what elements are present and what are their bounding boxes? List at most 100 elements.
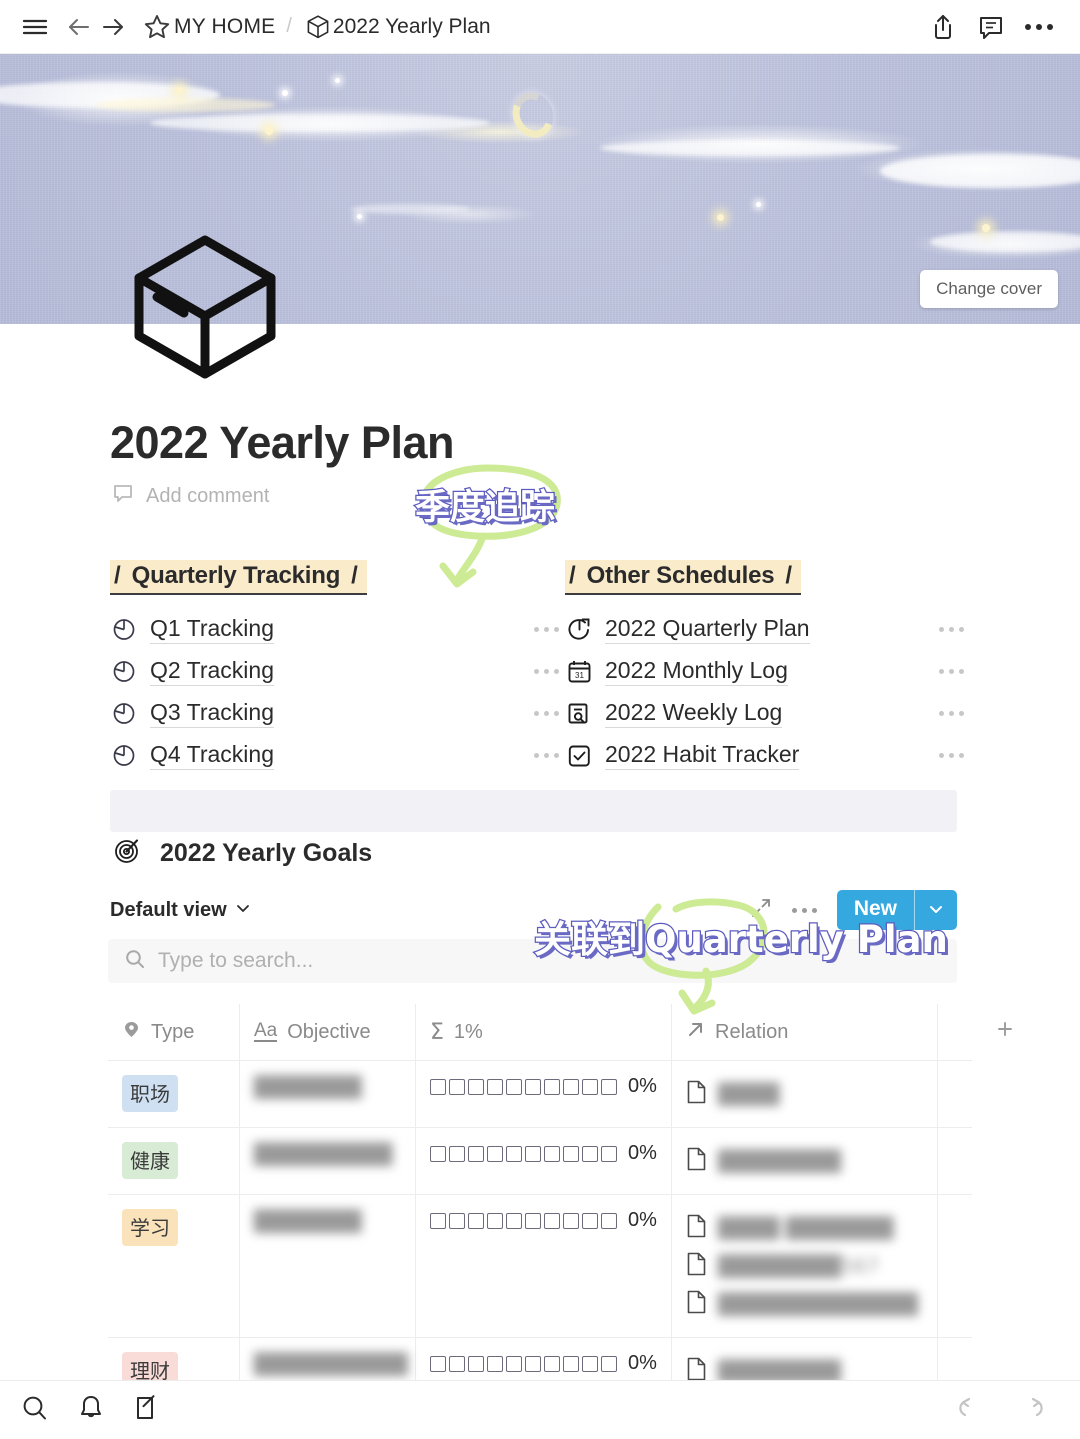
- more-horizontal-icon[interactable]: [939, 752, 970, 758]
- page-link-q1-tracking[interactable]: Q1 Tracking: [110, 608, 565, 650]
- page-title[interactable]: 2022 Yearly Plan: [110, 417, 454, 469]
- type-tag: 健康: [122, 1142, 178, 1179]
- comment-icon[interactable]: [974, 10, 1008, 44]
- page-link-2022-quarterly-plan[interactable]: 2022 Quarterly Plan: [565, 608, 970, 650]
- cell-empty: [938, 1061, 1072, 1127]
- star-icon[interactable]: [140, 10, 174, 44]
- star-sparkle: [176, 87, 183, 94]
- page-link-2022-monthly-log[interactable]: 31 2022 Monthly Log: [565, 650, 970, 692]
- link-label: Q4 Tracking: [150, 741, 274, 770]
- chevron-down-icon[interactable]: [235, 900, 251, 921]
- page-link-2022-weekly-log[interactable]: 2022 Weekly Log: [565, 692, 970, 734]
- page-link-q2-tracking[interactable]: Q2 Tracking: [110, 650, 565, 692]
- change-cover-button[interactable]: Change cover: [920, 270, 1058, 308]
- page-link-q4-tracking[interactable]: Q4 Tracking: [110, 734, 565, 776]
- database-view-toolbar: Default view New: [110, 890, 957, 930]
- column-header-objective[interactable]: Aa Objective: [240, 1004, 416, 1060]
- cell-progress[interactable]: 0%: [416, 1195, 672, 1337]
- cell-type[interactable]: 学习: [108, 1195, 240, 1337]
- sigma-icon: Σ: [430, 1019, 444, 1045]
- cell-type[interactable]: 健康: [108, 1128, 240, 1194]
- more-horizontal-icon[interactable]: [1022, 10, 1056, 44]
- cell-relation[interactable]: ████ ███████ ████████567 █████████████: [672, 1195, 938, 1337]
- star-sparkle: [717, 214, 724, 221]
- page-link-q3-tracking[interactable]: Q3 Tracking: [110, 692, 565, 734]
- cell-progress[interactable]: 0%: [416, 1061, 672, 1127]
- comment-icon: [112, 482, 134, 510]
- cell-type[interactable]: 职场: [108, 1061, 240, 1127]
- edit-note-icon[interactable]: [132, 1393, 162, 1428]
- progress-bar: 0%: [430, 1352, 657, 1375]
- arrow-right-icon[interactable]: [96, 10, 130, 44]
- more-horizontal-icon[interactable]: [939, 710, 970, 716]
- more-horizontal-icon[interactable]: [534, 752, 565, 758]
- relation-item[interactable]: ████: [686, 1075, 780, 1113]
- redo-icon[interactable]: [1016, 1392, 1048, 1429]
- bell-icon[interactable]: [76, 1393, 106, 1428]
- pie-chart-icon: [110, 741, 138, 769]
- database-search-input[interactable]: Type to search...: [108, 939, 957, 983]
- more-horizontal-icon[interactable]: [939, 626, 970, 632]
- heading-slash-left: /: [569, 562, 576, 589]
- relation-label: ████████567: [718, 1254, 880, 1278]
- cell-objective[interactable]: ███████: [240, 1061, 416, 1127]
- table-row[interactable]: 职场 ███████ 0% ████: [108, 1061, 972, 1128]
- column-header-type[interactable]: Type: [108, 1004, 240, 1060]
- add-comment-row[interactable]: Add comment: [112, 482, 269, 510]
- breadcrumb-current-page[interactable]: 2022 Yearly Plan: [333, 15, 491, 39]
- table-row[interactable]: 学习 ███████ 0% ████ ███████ ████████567 █…: [108, 1195, 972, 1338]
- expand-icon[interactable]: [750, 897, 772, 924]
- view-selector-label[interactable]: Default view: [110, 899, 227, 922]
- share-icon[interactable]: [926, 10, 960, 44]
- progress-percent: 0%: [628, 1142, 657, 1164]
- link-label: Q2 Tracking: [150, 657, 274, 686]
- cell-empty: [938, 1195, 1072, 1337]
- more-horizontal-icon[interactable]: [534, 668, 565, 674]
- link-label: Q3 Tracking: [150, 699, 274, 728]
- top-navigation-bar: MY HOME / 2022 Yearly Plan: [0, 0, 1080, 54]
- more-horizontal-icon[interactable]: [534, 710, 565, 716]
- column-label: Type: [151, 1020, 195, 1043]
- cell-relation[interactable]: ████: [672, 1061, 938, 1127]
- box-icon[interactable]: [128, 228, 283, 383]
- more-horizontal-icon[interactable]: [534, 626, 565, 632]
- cell-objective[interactable]: ███████: [240, 1195, 416, 1337]
- more-horizontal-icon[interactable]: [939, 668, 970, 674]
- new-record-button[interactable]: New: [836, 890, 957, 930]
- more-horizontal-icon[interactable]: [791, 907, 817, 913]
- hamburger-icon[interactable]: [18, 10, 52, 44]
- database-table: Type Aa Objective Σ 1% Relation 职场 █████…: [108, 1004, 1012, 1439]
- chevron-down-icon[interactable]: [915, 890, 957, 930]
- cloud-streak: [350, 204, 470, 214]
- relation-item[interactable]: ████ ███████: [686, 1209, 894, 1247]
- relation-item[interactable]: ████████: [686, 1142, 841, 1180]
- undo-icon[interactable]: [954, 1392, 986, 1429]
- new-button-label: New: [853, 897, 897, 920]
- search-icon[interactable]: [20, 1393, 50, 1428]
- column-header-add[interactable]: [938, 1004, 1072, 1060]
- page-link-2022-habit-tracker[interactable]: 2022 Habit Tracker: [565, 734, 970, 776]
- star-sparkle: [282, 90, 288, 96]
- column-header-percent[interactable]: Σ 1%: [416, 1004, 672, 1060]
- relation-item[interactable]: ████████567: [686, 1247, 879, 1285]
- page-file-icon: [686, 1080, 707, 1109]
- cube-icon: [303, 10, 333, 44]
- pie-chart-plus-icon: [565, 615, 593, 643]
- breadcrumb-home[interactable]: MY HOME: [174, 15, 275, 39]
- column-header-relation[interactable]: Relation: [672, 1004, 938, 1060]
- callout-block: [110, 790, 957, 832]
- section-heading-quarterly-tracking: / Quarterly Tracking /: [110, 560, 367, 595]
- table-row[interactable]: 健康 █████████ 0% ████████: [108, 1128, 972, 1195]
- cell-progress[interactable]: 0%: [416, 1128, 672, 1194]
- link-label: 2022 Weekly Log: [605, 699, 783, 728]
- objective-value: ██████████: [254, 1352, 408, 1376]
- text-aa-icon: Aa: [254, 1019, 278, 1043]
- relation-item[interactable]: █████████████: [686, 1285, 918, 1323]
- cell-relation[interactable]: ████████: [672, 1128, 938, 1194]
- column-label: Objective: [287, 1020, 371, 1043]
- cell-objective[interactable]: █████████: [240, 1128, 416, 1194]
- arrow-left-icon[interactable]: [62, 10, 96, 44]
- pie-chart-icon: [110, 615, 138, 643]
- heading-slash-left: /: [114, 562, 121, 589]
- plus-icon[interactable]: [995, 1019, 1015, 1045]
